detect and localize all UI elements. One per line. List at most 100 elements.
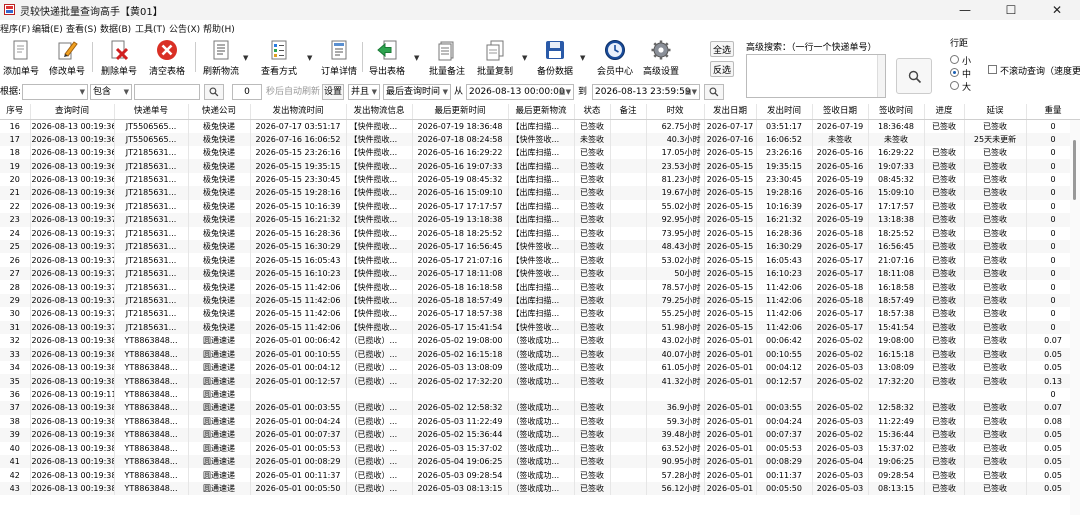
table-row[interactable]: 38 2026-08-13 00:19:38 YT8863848... 圆通速递 202… bbox=[0, 414, 1080, 429]
from-datetime-picker[interactable]: 2026-08-13 00:00:00 ▦▼ bbox=[466, 84, 574, 100]
table-row[interactable]: 32 2026-08-13 00:19:38 YT8863848... 圆通速递 202… bbox=[0, 334, 1080, 348]
table-row[interactable]: 28 2026-08-13 00:19:37 JT2185631... 极兔快递 202… bbox=[0, 280, 1080, 294]
time-filter-search-button[interactable] bbox=[704, 84, 724, 100]
column-header[interactable]: 发出日期 bbox=[704, 104, 757, 120]
no-scroll-query-checkbox[interactable]: 不滚动查询（速度更快） bbox=[988, 64, 1080, 76]
backup-dropdown-arrow[interactable]: ▼ bbox=[580, 54, 585, 62]
filter-field-select[interactable]: ▼ bbox=[22, 84, 88, 100]
table-row[interactable]: 37 2026-08-13 00:19:38 YT8863848... 圆通速递 202… bbox=[0, 401, 1080, 415]
column-header[interactable]: 时效 bbox=[646, 104, 705, 120]
table-row[interactable]: 43 2026-08-13 00:19:38 YT8863848... 圆通速递 202… bbox=[0, 481, 1080, 496]
column-header[interactable]: 重量 bbox=[1026, 104, 1080, 120]
table-row[interactable]: 29 2026-08-13 00:19:37 JT2185631... 极兔快递 202… bbox=[0, 293, 1080, 308]
tracking-table[interactable]: 序号 查询时间 快递单号 快递公司 发出物流时间 发出物流信息 最后更新时间 最后更新物流 状态… bbox=[0, 104, 1080, 515]
table-row[interactable]: 21 2026-08-13 00:19:36 JT2185631... 极兔快递 202… bbox=[0, 186, 1080, 200]
table-cell: 16:28:36 bbox=[756, 226, 813, 240]
batch-note-button[interactable]: 批量备注 bbox=[429, 38, 465, 78]
scrollbar-thumb[interactable] bbox=[1073, 140, 1076, 200]
column-header[interactable]: 签收日期 bbox=[812, 104, 869, 120]
column-header[interactable]: 签收时间 bbox=[868, 104, 925, 120]
column-header[interactable]: 进度 bbox=[924, 104, 965, 120]
column-header[interactable]: 发出物流时间 bbox=[250, 104, 347, 120]
maximize-button[interactable]: ☐ bbox=[988, 0, 1034, 20]
to-datetime-picker[interactable]: 2026-08-13 23:59:59 ▦▼ bbox=[592, 84, 700, 100]
table-cell: 已签收 bbox=[924, 455, 965, 469]
column-header[interactable]: 最后更新物流 bbox=[508, 104, 575, 120]
column-header[interactable]: 快递公司 bbox=[188, 104, 251, 120]
table-cell: 51.98小时 bbox=[646, 320, 705, 335]
table-row[interactable]: 30 2026-08-13 00:19:37 JT2185631... 极兔快递 202… bbox=[0, 307, 1080, 321]
delete-number-button[interactable]: 删除单号 bbox=[101, 38, 137, 78]
row-spacing-medium-radio[interactable]: 中 bbox=[950, 67, 980, 80]
column-header[interactable]: 延误 bbox=[964, 104, 1027, 120]
table-row[interactable]: 42 2026-08-13 00:19:38 YT8863848... 圆通速递 202… bbox=[0, 468, 1080, 482]
view-mode-dropdown-arrow[interactable]: ▼ bbox=[307, 54, 312, 62]
table-row[interactable]: 22 2026-08-13 00:19:36 JT2185631... 极兔快递 202… bbox=[0, 199, 1080, 214]
menu-help[interactable]: 帮助(H) bbox=[203, 22, 235, 35]
table-row[interactable]: 23 2026-08-13 00:19:37 JT2185631... 极兔快递 202… bbox=[0, 213, 1080, 227]
filter-keyword-input[interactable] bbox=[134, 84, 200, 100]
select-all-button[interactable]: 全选 bbox=[710, 41, 734, 57]
table-row[interactable]: 41 2026-08-13 00:19:38 YT8863848... 圆通速递 202… bbox=[0, 455, 1080, 469]
advanced-search-scrollbar[interactable] bbox=[877, 55, 885, 97]
export-table-button[interactable]: 导出表格 bbox=[369, 38, 405, 78]
table-row[interactable]: 26 2026-08-13 00:19:37 JT2185631... 极兔快递 202… bbox=[0, 253, 1080, 267]
table-row[interactable]: 39 2026-08-13 00:19:38 YT8863848... 圆通速递 202… bbox=[0, 428, 1080, 442]
table-vertical-scrollbar[interactable] bbox=[1070, 120, 1080, 515]
auto-refresh-seconds-input[interactable]: 0 bbox=[232, 84, 262, 100]
auto-refresh-settings-button[interactable]: 设置 bbox=[322, 84, 344, 100]
add-number-button[interactable]: 添加单号 bbox=[3, 38, 39, 78]
table-row[interactable]: 36 2026-08-13 00:19:11 YT8863848... 圆通速递 0 bbox=[0, 387, 1080, 402]
table-row[interactable]: 31 2026-08-13 00:19:37 JT2185631... 极兔快递 202… bbox=[0, 320, 1080, 335]
table-row[interactable]: 27 2026-08-13 00:19:37 JT2185631... 极兔快递 202… bbox=[0, 266, 1080, 281]
column-header[interactable]: 快递单号 bbox=[114, 104, 189, 120]
menu-data[interactable]: 数据(B) bbox=[100, 22, 131, 35]
table-row[interactable]: 25 2026-08-13 00:19:37 JT2185631... 极兔快递 202… bbox=[0, 240, 1080, 254]
minimize-button[interactable]: — bbox=[942, 0, 988, 20]
row-spacing-small-radio[interactable]: 小 bbox=[950, 54, 980, 67]
close-button[interactable]: ✕ bbox=[1034, 0, 1080, 20]
clear-table-button[interactable]: 清空表格 bbox=[149, 38, 185, 78]
advanced-search-textarea[interactable] bbox=[746, 54, 886, 98]
table-row[interactable]: 35 2026-08-13 00:19:38 YT8863848... 圆通速递 202… bbox=[0, 374, 1080, 388]
filter-mode-select[interactable]: 包含 ▼ bbox=[90, 84, 132, 100]
time-field-select[interactable]: 最后查询时间 ▼ bbox=[383, 84, 451, 100]
table-row[interactable]: 19 2026-08-13 00:19:36 JT2185631... 极兔快递 202… bbox=[0, 159, 1080, 173]
row-spacing-large-radio[interactable]: 大 bbox=[950, 80, 980, 93]
advanced-settings-button[interactable]: 高级设置 bbox=[643, 38, 679, 78]
menu-tools[interactable]: 工具(T) bbox=[135, 22, 166, 35]
column-header[interactable]: 发出物流信息 bbox=[346, 104, 413, 120]
advanced-search-button[interactable] bbox=[896, 58, 932, 94]
invert-selection-button[interactable]: 反选 bbox=[710, 61, 734, 77]
column-header[interactable]: 备注 bbox=[610, 104, 647, 120]
member-center-button[interactable]: 会员中心 bbox=[597, 38, 633, 78]
batch-copy-button[interactable]: 批量复制 bbox=[477, 38, 513, 78]
table-row[interactable]: 40 2026-08-13 00:19:38 YT8863848... 圆通速递 202… bbox=[0, 441, 1080, 455]
table-row[interactable]: 20 2026-08-13 00:19:36 JT2185631... 极兔快递 202… bbox=[0, 172, 1080, 187]
menu-notice[interactable]: 公告(X) bbox=[169, 22, 200, 35]
column-header[interactable]: 查询时间 bbox=[30, 104, 115, 120]
table-row[interactable]: 33 2026-08-13 00:19:38 YT8863848... 圆通速递 202… bbox=[0, 347, 1080, 361]
edit-number-button[interactable]: 修改单号 bbox=[49, 38, 85, 78]
refresh-dropdown-arrow[interactable]: ▼ bbox=[243, 54, 248, 62]
column-header[interactable]: 发出时间 bbox=[756, 104, 813, 120]
menu-edit[interactable]: 编辑(E) bbox=[32, 22, 63, 35]
table-row[interactable]: 16 2026-08-13 00:19:36 JT5506565... 极兔快递 202… bbox=[0, 119, 1080, 133]
table-row[interactable]: 18 2026-08-13 00:19:36 JT2185631... 极兔快递 202… bbox=[0, 145, 1080, 160]
table-row[interactable]: 17 2026-08-13 00:19:36 JT5506565... 极兔快递 202… bbox=[0, 132, 1080, 146]
export-dropdown-arrow[interactable]: ▼ bbox=[414, 54, 419, 62]
column-header[interactable]: 最后更新时间 bbox=[412, 104, 509, 120]
column-header[interactable]: 状态 bbox=[574, 104, 611, 120]
backup-data-button[interactable]: 备份数据 bbox=[537, 38, 573, 78]
table-row[interactable]: 34 2026-08-13 00:19:38 YT8863848... 圆通速递 202… bbox=[0, 360, 1080, 375]
table-row[interactable]: 24 2026-08-13 00:19:37 JT2185631... 极兔快递 202… bbox=[0, 226, 1080, 240]
view-mode-button[interactable]: 查看方式 bbox=[261, 38, 297, 78]
refresh-logistics-button[interactable]: 刷新物流 bbox=[203, 38, 239, 78]
order-detail-button[interactable]: 订单详情 bbox=[321, 38, 357, 78]
filter-search-button[interactable] bbox=[204, 84, 224, 100]
column-header[interactable]: 序号 bbox=[0, 104, 31, 120]
menu-view[interactable]: 查看(S) bbox=[66, 22, 97, 35]
filter-logic-select[interactable]: 并且 ▼ bbox=[348, 84, 380, 100]
menu-program[interactable]: 程序(F) bbox=[0, 22, 30, 35]
batch-copy-dropdown-arrow[interactable]: ▼ bbox=[522, 54, 527, 62]
